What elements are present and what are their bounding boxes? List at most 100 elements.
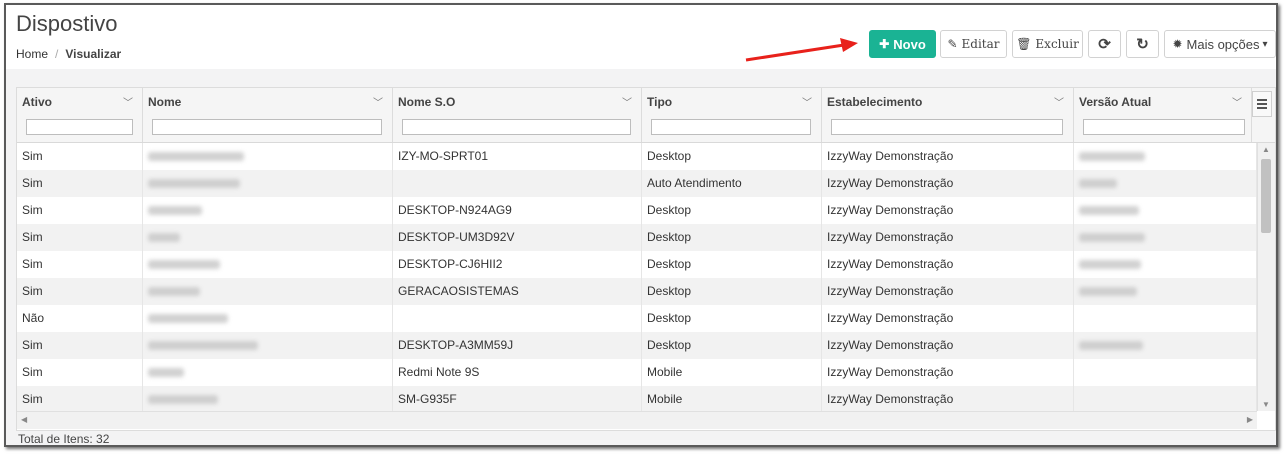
total-items-label: Total de Itens: 32	[18, 432, 110, 446]
refresh-button[interactable]: ↻	[1126, 30, 1159, 58]
vertical-scrollbar[interactable]: ▲ ▼	[1257, 143, 1275, 411]
filter-input-nome-so[interactable]	[402, 119, 631, 135]
column-label: Versão Atual	[1079, 95, 1152, 109]
cell-versao-atual	[1074, 386, 1257, 413]
column-header-estabelecimento[interactable]: Estabelecimento ﹀	[822, 88, 1074, 142]
cell-nome	[143, 170, 393, 197]
cell-estabelecimento: IzzyWay Demonstração	[822, 278, 1074, 305]
cell-tipo: Desktop	[642, 143, 822, 170]
chevron-down-icon[interactable]: ﹀	[123, 94, 133, 109]
cell-ativo: Sim	[17, 332, 143, 359]
cell-versao-atual	[1074, 251, 1257, 278]
column-label: Nome S.O	[398, 95, 456, 109]
cell-versao-atual	[1074, 278, 1257, 305]
column-menu-icon[interactable]	[1252, 91, 1272, 117]
cell-nome-so: SM-G935F	[393, 386, 642, 413]
table-row[interactable]: Não Desktop IzzyWay Demonstração	[17, 305, 1257, 332]
cell-estabelecimento: IzzyWay Demonstração	[822, 305, 1074, 332]
mais-opcoes-button[interactable]: ✹ Mais opções ▾	[1164, 30, 1276, 58]
chevron-down-icon[interactable]: ﹀	[1232, 94, 1242, 109]
cell-nome-so: IZY-MO-SPRT01	[393, 143, 642, 170]
column-header-ativo[interactable]: Ativo ﹀	[17, 88, 143, 142]
breadcrumb-current: Visualizar	[65, 47, 122, 61]
scroll-down-icon[interactable]: ▼	[1262, 400, 1270, 409]
column-header-nome-so[interactable]: Nome S.O ﹀	[393, 88, 642, 142]
cell-nome-so: GERACAOSISTEMAS	[393, 278, 642, 305]
mais-opcoes-label: Mais opções	[1186, 36, 1260, 52]
editar-button[interactable]: ✎ Editar	[940, 30, 1007, 58]
redacted-text	[148, 395, 218, 405]
table-row[interactable]: Sim DESKTOP-UM3D92V Desktop IzzyWay Demonst…	[17, 224, 1257, 251]
cell-tipo: Desktop	[642, 278, 822, 305]
breadcrumb-home[interactable]: Home	[16, 47, 48, 61]
scrollbar-thumb[interactable]	[1261, 159, 1271, 233]
redacted-text	[148, 314, 228, 324]
cell-estabelecimento: IzzyWay Demonstração	[822, 251, 1074, 278]
table-row[interactable]: Sim SM-G935F Mobile IzzyWay Demonstração	[17, 386, 1257, 413]
cell-nome	[143, 278, 393, 305]
trash-icon: 🗑	[1016, 37, 1032, 51]
table-row[interactable]: Sim IZY-MO-SPRT01 Desktop IzzyWay Demonstra…	[17, 143, 1257, 170]
redacted-text	[148, 341, 258, 351]
cell-ativo: Não	[17, 305, 143, 332]
grid-header: Ativo ﹀ Nome ﹀ Nome S.O ﹀ Tipo ﹀ Estabel…	[17, 88, 1275, 143]
filter-input-ativo[interactable]	[26, 119, 133, 135]
plus-icon: ✚	[879, 37, 890, 51]
chevron-down-icon[interactable]: ﹀	[802, 94, 812, 109]
redacted-text	[1079, 206, 1139, 216]
sync-button[interactable]: ⟳	[1088, 30, 1121, 58]
table-row[interactable]: Sim DESKTOP-CJ6HII2 Desktop IzzyWay Demonst…	[17, 251, 1257, 278]
cell-nome	[143, 197, 393, 224]
cell-nome	[143, 332, 393, 359]
device-grid: Ativo ﹀ Nome ﹀ Nome S.O ﹀ Tipo ﹀ Estabel…	[16, 87, 1276, 431]
scroll-left-icon[interactable]: ◀	[21, 415, 27, 424]
cell-ativo: Sim	[17, 197, 143, 224]
cell-ativo: Sim	[17, 251, 143, 278]
cell-tipo: Desktop	[642, 251, 822, 278]
redacted-text	[148, 152, 244, 162]
filter-input-nome[interactable]	[152, 119, 382, 135]
cell-ativo: Sim	[17, 278, 143, 305]
table-row[interactable]: Sim Redmi Note 9S Mobile IzzyWay Demonstraç…	[17, 359, 1257, 386]
column-header-nome[interactable]: Nome ﹀	[143, 88, 393, 142]
cell-versao-atual	[1074, 332, 1257, 359]
table-row[interactable]: Sim DESKTOP-A3MM59J Desktop IzzyWay Demonst…	[17, 332, 1257, 359]
redacted-text	[1079, 152, 1145, 162]
content-area: Ativo ﹀ Nome ﹀ Nome S.O ﹀ Tipo ﹀ Estabel…	[6, 69, 1276, 445]
cell-tipo: Auto Atendimento	[642, 170, 822, 197]
scroll-up-icon[interactable]: ▲	[1262, 145, 1270, 154]
column-header-versao-atual[interactable]: Versão Atual ﹀	[1074, 88, 1252, 142]
filter-input-versao-atual[interactable]	[1083, 119, 1245, 135]
cell-estabelecimento: IzzyWay Demonstração	[822, 197, 1074, 224]
column-label: Ativo	[22, 95, 52, 109]
page-header: Dispostivo Home / Visualizar ✚ Novo ✎ Editar…	[6, 5, 1276, 70]
cell-nome	[143, 143, 393, 170]
table-row[interactable]: Sim DESKTOP-N924AG9 Desktop IzzyWay Demonst…	[17, 197, 1257, 224]
cell-tipo: Desktop	[642, 197, 822, 224]
cell-estabelecimento: IzzyWay Demonstração	[822, 386, 1074, 413]
cell-nome	[143, 359, 393, 386]
cell-nome-so: DESKTOP-N924AG9	[393, 197, 642, 224]
chevron-down-icon[interactable]: ﹀	[373, 94, 383, 109]
cell-nome-so	[393, 305, 642, 332]
filter-input-tipo[interactable]	[651, 119, 811, 135]
cell-ativo: Sim	[17, 143, 143, 170]
cell-versao-atual	[1074, 197, 1257, 224]
column-header-tipo[interactable]: Tipo ﹀	[642, 88, 822, 142]
chevron-down-icon[interactable]: ﹀	[622, 94, 632, 109]
cell-versao-atual	[1074, 170, 1257, 197]
novo-button[interactable]: ✚ Novo	[869, 30, 936, 58]
chevron-down-icon[interactable]: ﹀	[1054, 94, 1064, 109]
column-label: Tipo	[647, 95, 673, 109]
filter-input-estabelecimento[interactable]	[831, 119, 1063, 135]
cell-tipo: Desktop	[642, 224, 822, 251]
horizontal-scrollbar[interactable]: ◀ ▶	[17, 411, 1257, 429]
cell-nome-so: DESKTOP-UM3D92V	[393, 224, 642, 251]
scroll-right-icon[interactable]: ▶	[1247, 415, 1253, 424]
cell-nome	[143, 224, 393, 251]
table-row[interactable]: Sim GERACAOSISTEMAS Desktop IzzyWay Demonst…	[17, 278, 1257, 305]
cell-tipo: Mobile	[642, 359, 822, 386]
table-row[interactable]: Sim Auto Atendimento IzzyWay Demonstração	[17, 170, 1257, 197]
cell-nome-so	[393, 170, 642, 197]
excluir-button[interactable]: 🗑 Excluir	[1012, 30, 1083, 58]
